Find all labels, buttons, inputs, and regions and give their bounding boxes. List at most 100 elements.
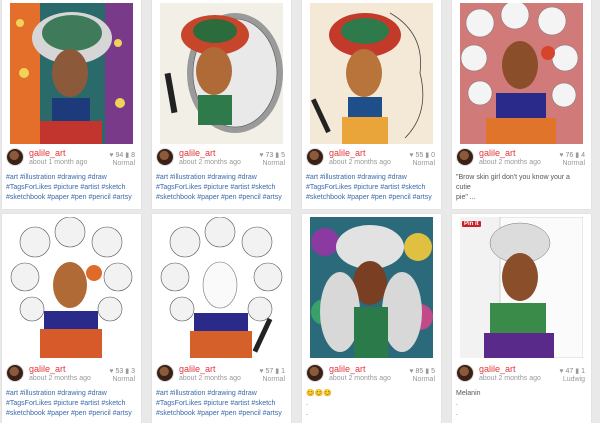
post-caption: "Brow skin girl don't you know your a cu… — [456, 173, 586, 203]
post-time: about 2 months ago — [479, 159, 541, 166]
caption-line: . — [306, 400, 308, 407]
post-caption: Melanin . . — [456, 389, 586, 419]
username-link[interactable]: galile_art — [29, 364, 66, 374]
avatar[interactable] — [306, 148, 324, 166]
likes-count: 53 — [115, 368, 124, 375]
caption-line: #sketchbook #paper #pen #pencil #artsy — [6, 194, 132, 201]
caption-line: pie" ... — [456, 194, 476, 201]
likes-count: 76 — [565, 152, 574, 159]
caption-line: . — [456, 410, 458, 417]
post-card[interactable]: galile_art about 2 months ago ♥ 85 ▮ 5 N… — [302, 214, 441, 423]
likes-count: 55 — [415, 152, 424, 159]
avatar[interactable] — [156, 148, 174, 166]
avatar[interactable] — [456, 148, 474, 166]
post-time: about 2 months ago — [179, 159, 241, 166]
filter-label: Normal — [412, 376, 435, 383]
post-image[interactable] — [460, 3, 583, 144]
avatar[interactable] — [156, 364, 174, 382]
post-time: about 2 months ago — [179, 375, 241, 382]
post-stats: ♥ 94 ▮ 8 — [109, 151, 135, 159]
pin-it-button[interactable]: Pin it — [462, 221, 481, 227]
heart-icon: ♥ — [559, 368, 564, 375]
caption-line: #TagsForLikes #picture #artist #sketch — [156, 184, 276, 191]
post-image[interactable] — [10, 217, 133, 358]
post-card[interactable]: galile_art about 2 months ago ♥ 53 ▮ 3 N… — [2, 214, 141, 423]
heart-icon: ♥ — [559, 152, 564, 159]
caption-line: #TagsForLikes #picture #artist #sketch — [306, 184, 426, 191]
username-link[interactable]: galile_art — [179, 364, 216, 374]
post-caption: #art #illustration #drawing #draw #TagsF… — [6, 389, 136, 419]
caption-line: 😊😊😊 — [306, 390, 333, 397]
post-stats: ♥ 85 ▮ 5 — [409, 367, 435, 375]
caption-line: #TagsForLikes #picture #artist #sketch — [6, 184, 126, 191]
username-link[interactable]: galile_art — [329, 364, 366, 374]
comments-count: 5 — [431, 368, 435, 375]
username-link[interactable]: galile_art — [29, 148, 66, 158]
caption-line: #sketchbook #paper #pen #pencil #artsy — [306, 194, 432, 201]
caption-line: #art #illustration #drawing #draw — [6, 174, 107, 181]
comments-count: 3 — [131, 368, 135, 375]
filter-label: Normal — [412, 160, 435, 167]
post-time: about 2 months ago — [329, 375, 391, 382]
comments-count: 5 — [281, 152, 285, 159]
post-stats: ♥ 57 ▮ 1 — [259, 367, 285, 375]
heart-icon: ♥ — [409, 368, 414, 375]
filter-label: Normal — [562, 160, 585, 167]
post-image[interactable] — [10, 3, 133, 144]
post-card[interactable]: galile_art about 2 months ago ♥ 73 ▮ 5 N… — [152, 0, 291, 209]
caption-line: Melanin — [456, 390, 481, 397]
caption-line: . — [456, 400, 458, 407]
speech-bubble-icon: ▮ — [275, 152, 280, 159]
caption-line: #sketchbook #paper #pen #pencil #artsy — [6, 410, 132, 417]
post-caption: #art #illustration #drawing #draw #TagsF… — [6, 173, 136, 203]
avatar[interactable] — [306, 364, 324, 382]
filter-label: Ludwig — [562, 376, 585, 383]
comments-count: 4 — [581, 152, 585, 159]
speech-bubble-icon: ▮ — [125, 152, 130, 159]
post-card[interactable]: galile_art about 2 months ago ♥ 76 ▮ 4 N… — [452, 0, 591, 209]
caption-line: "Brow skin girl don't you know your a cu… — [456, 174, 570, 191]
post-image[interactable] — [310, 217, 433, 358]
post-card[interactable]: Pin it galile_art about 2 months ago ♥ 4… — [452, 214, 591, 423]
speech-bubble-icon: ▮ — [575, 152, 580, 159]
likes-count: 73 — [265, 152, 274, 159]
post-stats: ♥ 73 ▮ 5 — [259, 151, 285, 159]
speech-bubble-icon: ▮ — [575, 368, 580, 375]
post-card[interactable]: galile_art about 2 months ago ♥ 57 ▮ 1 N… — [152, 214, 291, 423]
heart-icon: ♥ — [409, 152, 414, 159]
caption-line: #art #illustration #drawing #draw — [156, 174, 257, 181]
likes-count: 57 — [265, 368, 274, 375]
caption-line: #TagsForLikes #picture #artist #sketch — [6, 400, 126, 407]
caption-line: #sketchbook #paper #pen #pencil #artsy — [156, 410, 282, 417]
comments-count: 1 — [581, 368, 585, 375]
post-time: about 2 months ago — [479, 375, 541, 382]
speech-bubble-icon: ▮ — [275, 368, 280, 375]
post-image[interactable]: Pin it — [460, 217, 583, 358]
post-image[interactable] — [160, 3, 283, 144]
heart-icon: ♥ — [109, 152, 114, 159]
post-caption: #art #illustration #drawing #draw #TagsF… — [156, 389, 286, 419]
speech-bubble-icon: ▮ — [125, 368, 130, 375]
post-time: about 1 month ago — [29, 159, 88, 166]
avatar[interactable] — [6, 364, 24, 382]
heart-icon: ♥ — [259, 368, 264, 375]
username-link[interactable]: galile_art — [179, 148, 216, 158]
post-image[interactable] — [160, 217, 283, 358]
post-stats: ♥ 53 ▮ 3 — [109, 367, 135, 375]
post-card[interactable]: galile_art about 2 months ago ♥ 55 ▮ 0 N… — [302, 0, 441, 209]
avatar[interactable] — [6, 148, 24, 166]
post-grid: galile_art about 1 month ago ♥ 94 ▮ 8 No… — [0, 0, 600, 423]
post-image[interactable] — [310, 3, 433, 144]
likes-count: 94 — [115, 152, 124, 159]
post-caption: #art #illustration #drawing #draw #TagsF… — [156, 173, 286, 203]
comments-count: 1 — [281, 368, 285, 375]
username-link[interactable]: galile_art — [479, 364, 516, 374]
avatar[interactable] — [456, 364, 474, 382]
username-link[interactable]: galile_art — [329, 148, 366, 158]
heart-icon: ♥ — [109, 368, 114, 375]
username-link[interactable]: galile_art — [479, 148, 516, 158]
likes-count: 85 — [415, 368, 424, 375]
post-caption: #art #illustration #drawing #draw #TagsF… — [306, 173, 436, 203]
post-card[interactable]: galile_art about 1 month ago ♥ 94 ▮ 8 No… — [2, 0, 141, 209]
caption-line: #sketchbook #paper #pen #pencil #artsy — [156, 194, 282, 201]
